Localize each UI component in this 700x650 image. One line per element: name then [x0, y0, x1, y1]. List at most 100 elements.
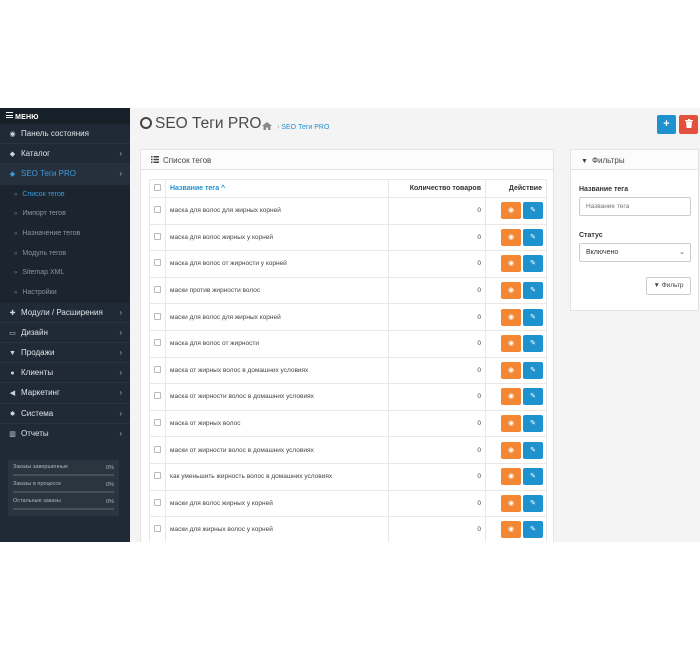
- chevron-right-icon: ›: [119, 368, 122, 378]
- pencil-icon: ✎: [530, 393, 536, 401]
- row-checkbox-cell: [149, 250, 166, 278]
- edit-button[interactable]: ✎: [523, 494, 543, 512]
- submenu-item-assign[interactable]: » Назначение тегов: [0, 224, 130, 244]
- sidebar-item-sales[interactable]: ▼ Продажи ›: [0, 343, 130, 364]
- row-checkbox-cell: [149, 356, 166, 385]
- breadcrumb-link[interactable]: SEO Теги PRO: [281, 124, 329, 131]
- pencil-icon: ✎: [530, 287, 536, 295]
- table-row: маски от жирности волос в домашних услов…: [149, 436, 547, 464]
- column-header-qty[interactable]: Количество товаров: [388, 179, 486, 198]
- edit-button[interactable]: ✎: [523, 255, 543, 273]
- row-checkbox[interactable]: [154, 472, 161, 480]
- row-checkbox[interactable]: [154, 206, 161, 214]
- table-row: маска для волос жирных у корней 0 ◉ ✎: [149, 223, 547, 252]
- filter-button[interactable]: ▼ Фильтр: [646, 277, 691, 295]
- row-checkbox[interactable]: [154, 392, 161, 400]
- edit-button[interactable]: ✎: [523, 415, 543, 433]
- view-button[interactable]: ◉: [501, 335, 521, 353]
- filter-name-input[interactable]: [579, 197, 691, 216]
- sidebar-item-label: Панель состояния: [21, 129, 89, 138]
- sidebar-item-customers[interactable]: ● Клиенты ›: [0, 363, 130, 384]
- submenu-item-import[interactable]: » Импорт тегов: [0, 204, 130, 224]
- view-button[interactable]: ◉: [501, 228, 521, 246]
- edit-button[interactable]: ✎: [523, 335, 543, 353]
- sidebar-item-reports[interactable]: ▥ Отчеты ›: [0, 424, 130, 444]
- edit-button[interactable]: ✎: [523, 441, 543, 459]
- select-all-cell: [149, 179, 166, 198]
- select-all-checkbox[interactable]: [154, 184, 161, 191]
- edit-button[interactable]: ✎: [523, 388, 543, 406]
- view-button[interactable]: ◉: [501, 441, 521, 459]
- edit-button[interactable]: ✎: [523, 308, 543, 326]
- row-checkbox[interactable]: [154, 286, 161, 294]
- eye-icon: ◉: [507, 393, 515, 401]
- edit-button[interactable]: ✎: [523, 521, 543, 539]
- panel-title: Список тегов: [163, 156, 212, 165]
- product-count-cell: 0: [388, 250, 486, 278]
- sidebar-item-dashboard[interactable]: ◉ Панель состояния: [0, 124, 130, 145]
- submenu-label: Sitemap XML: [22, 269, 65, 277]
- view-button[interactable]: ◉: [501, 415, 521, 433]
- row-checkbox[interactable]: [154, 365, 161, 373]
- row-checkbox-cell: [149, 383, 166, 411]
- view-button[interactable]: ◉: [501, 521, 521, 539]
- submenu-item-tag-list[interactable]: » Список тегов: [0, 185, 130, 205]
- sidebar-item-label: Каталог: [21, 149, 51, 159]
- row-checkbox[interactable]: [154, 312, 161, 320]
- stat-label: Остальные заказы: [13, 498, 61, 504]
- sidebar-item-seo-tags-pro[interactable]: ◆ SEO Теги PRO ›: [0, 164, 130, 185]
- chevron-down-icon: ⌄: [679, 249, 685, 256]
- row-checkbox[interactable]: [154, 419, 161, 427]
- chevron-right-icon: ›: [119, 388, 122, 398]
- bullet-icon: »: [14, 270, 18, 277]
- row-checkbox[interactable]: [154, 525, 161, 533]
- eye-icon: ◉: [507, 420, 515, 428]
- submenu-item-sitemap[interactable]: » Sitemap XML: [0, 263, 130, 283]
- filter-status-select[interactable]: Включено ⌄: [579, 243, 691, 262]
- menu-header[interactable]: МЕНЮ: [0, 108, 130, 124]
- monitor-icon: ▭: [9, 329, 16, 337]
- view-button[interactable]: ◉: [501, 388, 521, 406]
- progress-track: [13, 491, 114, 493]
- view-button[interactable]: ◉: [501, 308, 521, 326]
- column-header-name[interactable]: Название тега ^: [165, 179, 389, 198]
- home-icon[interactable]: [262, 122, 272, 132]
- edit-button[interactable]: ✎: [523, 282, 543, 300]
- row-checkbox[interactable]: [154, 498, 161, 506]
- view-button[interactable]: ◉: [501, 255, 521, 273]
- view-button[interactable]: ◉: [501, 202, 521, 220]
- product-count-cell: 0: [388, 383, 486, 411]
- row-checkbox[interactable]: [154, 339, 161, 347]
- row-checkbox[interactable]: [154, 445, 161, 453]
- row-checkbox[interactable]: [154, 232, 161, 240]
- view-button[interactable]: ◉: [501, 494, 521, 512]
- submenu-item-settings[interactable]: » Настройки: [0, 283, 130, 303]
- edit-button[interactable]: ✎: [523, 202, 543, 220]
- sidebar-item-modules[interactable]: ✚ Модули / Расширения ›: [0, 303, 130, 323]
- action-cell: ◉ ✎: [485, 197, 547, 225]
- sidebar-item-marketing[interactable]: ◀ Маркетинг ›: [0, 383, 130, 404]
- sidebar-item-system[interactable]: ✸ Система ›: [0, 404, 130, 424]
- view-button[interactable]: ◉: [501, 361, 521, 379]
- delete-button[interactable]: [679, 115, 698, 134]
- tag-name-cell: маска для волос от жирности у корней: [165, 250, 389, 278]
- bullet-icon: »: [14, 211, 18, 218]
- edit-button[interactable]: ✎: [523, 361, 543, 379]
- view-button[interactable]: ◉: [501, 468, 521, 486]
- chevron-down-icon: ›: [119, 169, 122, 179]
- edit-button[interactable]: ✎: [523, 228, 543, 246]
- sidebar-item-design[interactable]: ▭ Дизайн ›: [0, 323, 130, 344]
- add-button[interactable]: +: [657, 115, 676, 134]
- edit-button[interactable]: ✎: [523, 468, 543, 486]
- chevron-right-icon: ›: [119, 149, 122, 159]
- submenu-item-module[interactable]: » Модуль тегов: [0, 244, 130, 264]
- row-checkbox[interactable]: [154, 259, 161, 267]
- sidebar-item-catalog[interactable]: ◆ Каталог ›: [0, 144, 130, 165]
- row-checkbox-cell: [149, 436, 166, 464]
- view-button[interactable]: ◉: [501, 282, 521, 300]
- action-cell: ◉ ✎: [485, 436, 547, 464]
- panel-title: Фильтры: [591, 156, 625, 165]
- stat-label: Заказы в процессе: [13, 481, 62, 487]
- filter-name-label: Название тега: [579, 186, 629, 193]
- tag-name-cell: маски против жирности волос: [165, 276, 389, 305]
